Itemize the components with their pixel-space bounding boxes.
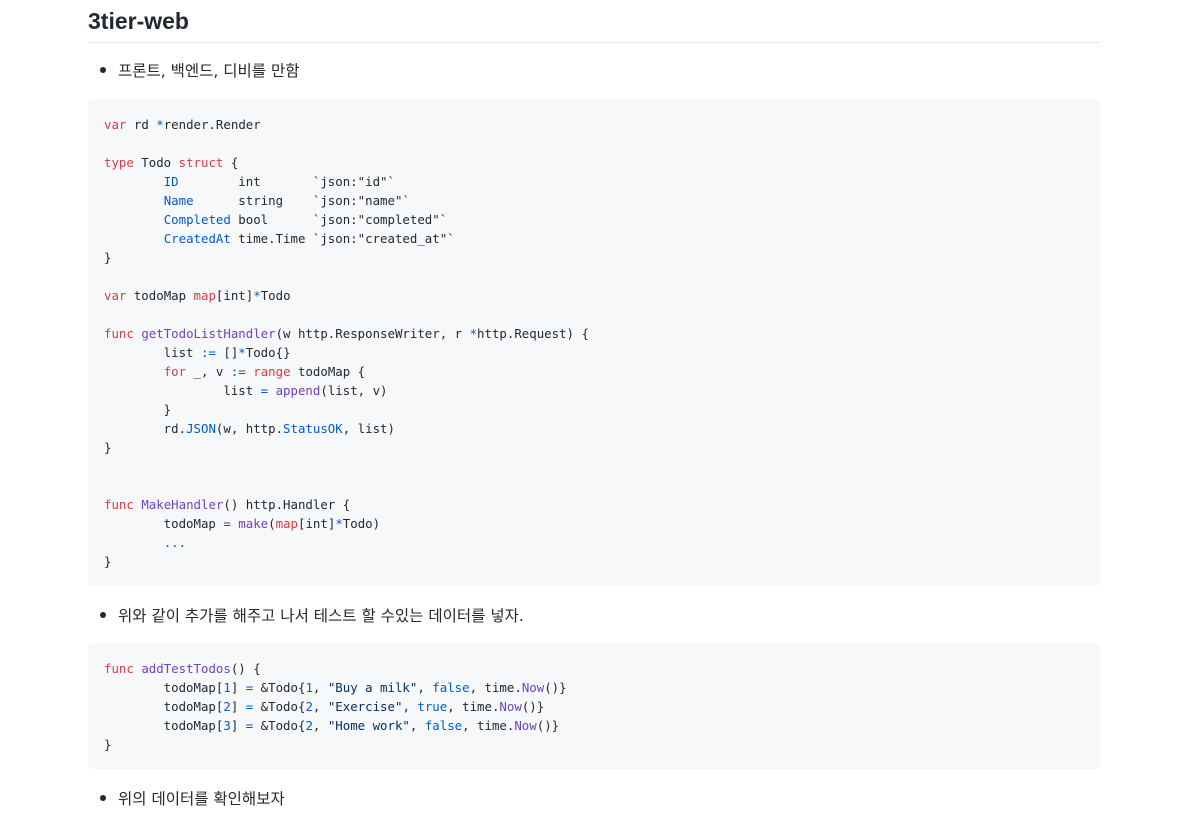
code-block[interactable]: var rd *render.Render type Todo struct {… <box>88 99 1100 586</box>
list-item-text: 위의 데이터를 확인해보자 <box>118 790 285 808</box>
list-item: 위와 같이 추가를 해주고 나서 테스트 할 수있는 데이터를 넣자. <box>100 604 524 626</box>
heading-divider <box>88 42 1100 43</box>
bullet-dot-icon <box>100 794 106 801</box>
bullet-dot-icon <box>100 66 106 73</box>
list-item-text: 위와 같이 추가를 해주고 나서 테스트 할 수있는 데이터를 넣자. <box>118 607 524 625</box>
code-text[interactable]: func addTestTodos() { todoMap[1] = &Todo… <box>104 659 567 754</box>
page-heading: 3tier-web <box>88 8 189 34</box>
list-item: 위의 데이터를 확인해보자 <box>100 787 285 809</box>
code-token: rd <box>133 117 149 132</box>
list-item: 프론트, 백엔드, 디비를 만함 <box>100 59 300 81</box>
code-block[interactable]: func addTestTodos() { todoMap[1] = &Todo… <box>88 643 1100 769</box>
list-item-text: 프론트, 백엔드, 디비를 만함 <box>118 62 300 80</box>
code-text[interactable]: var rd *render.Render type Todo struct {… <box>104 115 589 571</box>
bullet-dot-icon <box>100 611 106 618</box>
